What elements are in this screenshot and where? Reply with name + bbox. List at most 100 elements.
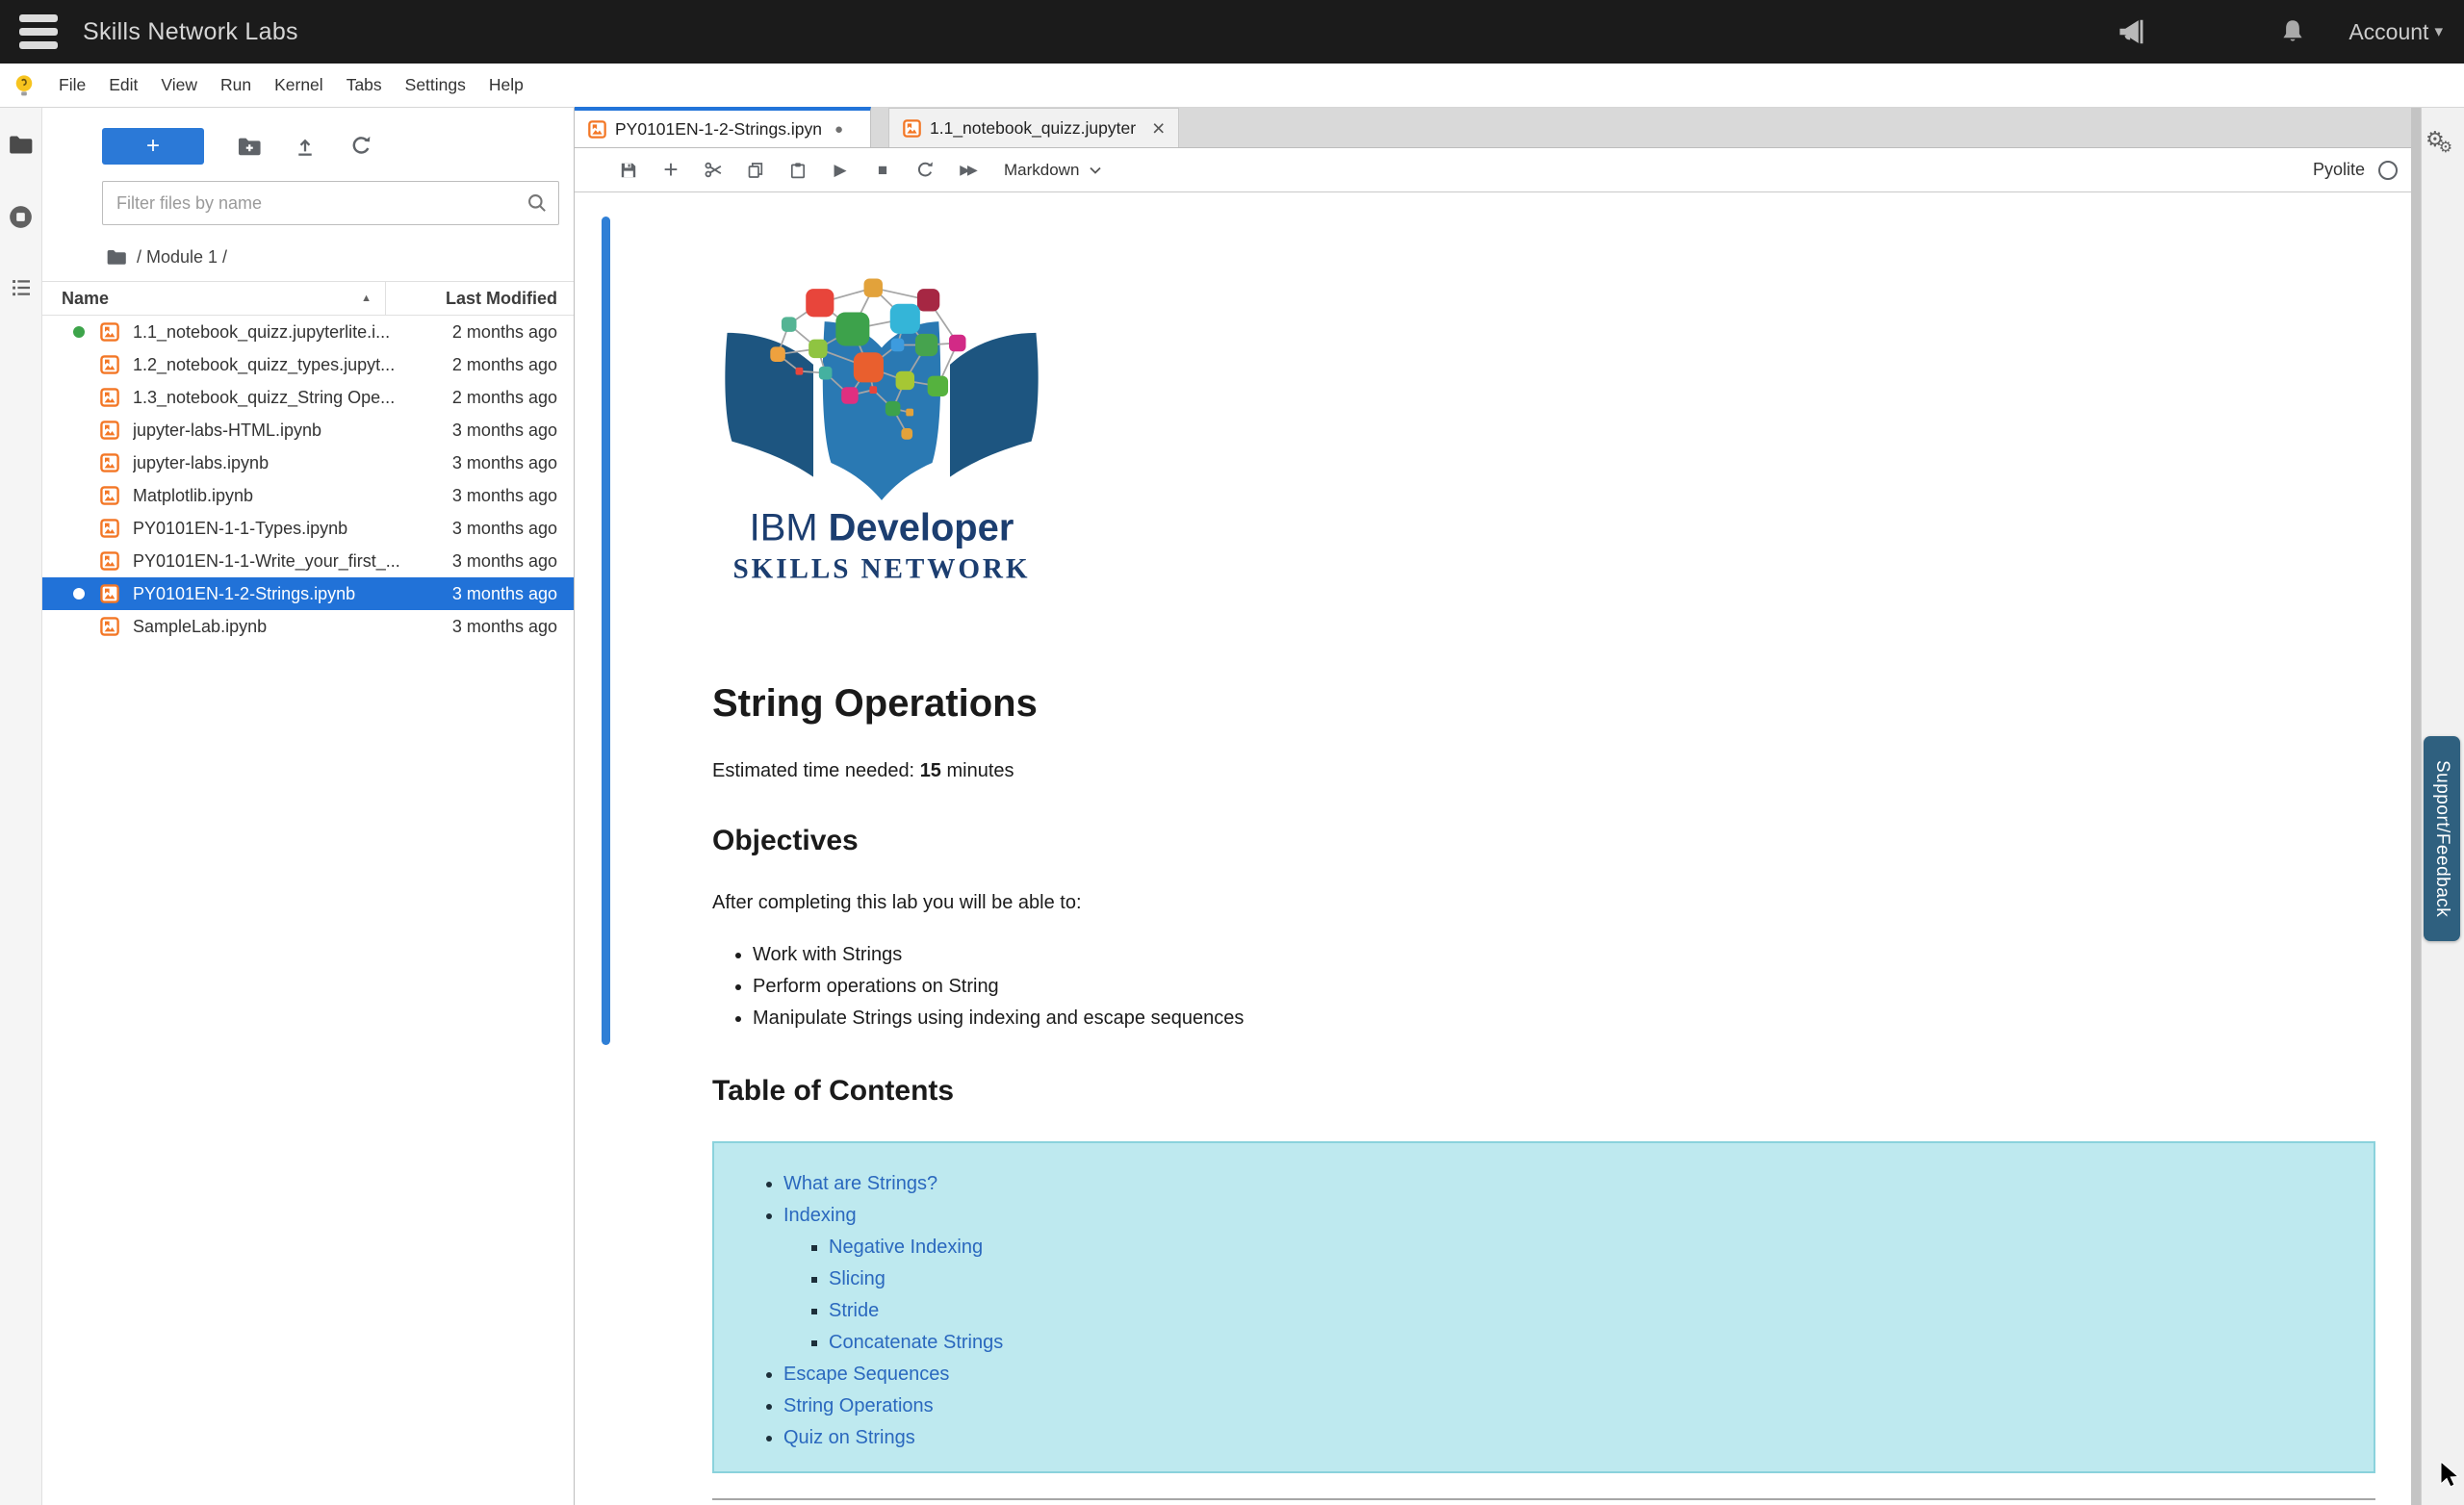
toc-link[interactable]: Indexing xyxy=(783,1205,857,1226)
tab-py0101en-strings[interactable]: PY0101EN-1-2-Strings.ipyn ● xyxy=(575,107,871,147)
toc-link[interactable]: Slicing xyxy=(829,1268,886,1289)
folder-icon xyxy=(107,249,126,265)
property-inspector-gears-icon[interactable]: ⚙⚙ xyxy=(2426,129,2452,156)
toc-link[interactable]: Stride xyxy=(829,1300,879,1321)
file-last-modified: 3 months ago xyxy=(451,420,557,440)
column-header-last-modified[interactable]: Last Modified xyxy=(385,282,574,315)
skills-network-labs-app: Skills Network Labs Account ▾ File Edit Vi… xyxy=(0,0,2464,1505)
notifications-bell-icon[interactable] xyxy=(2273,13,2312,51)
column-header-name[interactable]: Name ▲ xyxy=(42,289,385,309)
copy-cells-icon[interactable] xyxy=(734,151,777,190)
lightbulb-icon[interactable] xyxy=(13,73,36,98)
table-of-contents-tab-icon[interactable] xyxy=(9,276,34,299)
file-name: jupyter-labs.ipynb xyxy=(133,452,270,472)
table-of-contents-box: What are Strings? Indexing Negative Indexi… xyxy=(712,1141,2375,1473)
file-last-modified: 2 months ago xyxy=(451,321,557,342)
markdown-cell[interactable]: IBM Developer SKILLS NETWORK String Oper… xyxy=(712,192,2375,1500)
file-last-modified: 3 months ago xyxy=(451,452,557,472)
dot-spacer xyxy=(73,392,85,403)
file-row[interactable]: PY0101EN-1-1-Types.ipynb 3 months ago xyxy=(42,512,574,545)
menu-help[interactable]: Help xyxy=(477,75,535,95)
menu-kernel[interactable]: Kernel xyxy=(263,75,335,95)
toc-link[interactable]: Escape Sequences xyxy=(783,1364,949,1385)
scrollbar-track[interactable] xyxy=(2411,108,2421,1505)
toc-link[interactable]: Negative Indexing xyxy=(829,1237,983,1258)
close-tab-icon[interactable]: × xyxy=(1152,116,1165,140)
dot-spacer xyxy=(73,555,85,567)
breadcrumb-path: / Module 1 / xyxy=(137,246,228,267)
tab-notebook-quizz[interactable]: 1.1_notebook_quizz.jupyter × xyxy=(888,108,1180,147)
new-launcher-button[interactable]: + xyxy=(102,128,204,165)
estimated-time: Estimated time needed: 15 minutes xyxy=(712,760,1014,781)
notebook-icon xyxy=(100,519,119,538)
kernel-idle-circle-icon xyxy=(2378,160,2398,180)
file-browser-panel: + / Module 1 / xyxy=(42,108,575,1505)
filter-files-input[interactable] xyxy=(102,181,559,225)
refresh-icon[interactable] xyxy=(333,128,389,165)
notebook-icon xyxy=(588,119,606,139)
file-browser-tab-folder-icon[interactable] xyxy=(8,133,34,156)
menu-view[interactable]: View xyxy=(149,75,209,95)
new-folder-icon[interactable] xyxy=(221,128,277,165)
skills-network-logo: IBM Developer SKILLS NETWORK xyxy=(712,192,2375,584)
breadcrumb[interactable]: / Module 1 / xyxy=(42,233,574,281)
paste-cells-icon[interactable] xyxy=(777,151,819,190)
selected-cell-indicator[interactable] xyxy=(602,217,610,1045)
notebook-icon xyxy=(100,355,119,374)
restart-kernel-icon[interactable] xyxy=(904,151,946,190)
file-row[interactable]: SampleLab.ipynb 3 months ago xyxy=(42,610,574,643)
hamburger-menu-icon[interactable] xyxy=(19,14,58,49)
file-row[interactable]: jupyter-labs-HTML.ipynb 3 months ago xyxy=(42,414,574,446)
notebook-icon xyxy=(100,486,119,505)
notebook-toolbar: + ▶ ■ ▶▶ Markdown Pyolite xyxy=(575,148,2411,192)
kernel-indicator[interactable]: Pyolite xyxy=(2313,160,2411,180)
objectives-intro: After completing this lab you will be ab… xyxy=(712,892,1082,913)
run-cell-icon[interactable]: ▶ xyxy=(819,151,861,190)
notebook-icon xyxy=(100,551,119,571)
tab-label: PY0101EN-1-2-Strings.ipyn xyxy=(615,118,822,139)
tab-label: 1.1_notebook_quizz.jupyter xyxy=(930,117,1137,138)
notebook-content: IBM Developer SKILLS NETWORK String Oper… xyxy=(575,192,2411,1505)
menu-edit[interactable]: Edit xyxy=(97,75,149,95)
toc-link[interactable]: Quiz on Strings xyxy=(783,1427,915,1448)
notebook-icon xyxy=(100,584,119,603)
toc-link[interactable]: String Operations xyxy=(783,1395,934,1416)
notebook-icon xyxy=(100,322,119,342)
announcements-megaphone-icon[interactable] xyxy=(2112,13,2150,51)
file-name: 1.1_notebook_quizz.jupyterlite.i... xyxy=(133,321,391,342)
stop-kernel-icon[interactable]: ■ xyxy=(861,151,904,190)
objectives-heading: Objectives xyxy=(712,825,859,856)
toc-link[interactable]: Concatenate Strings xyxy=(829,1332,1003,1353)
menu-settings[interactable]: Settings xyxy=(394,75,477,95)
file-row[interactable]: jupyter-labs.ipynb 3 months ago xyxy=(42,446,574,479)
file-row[interactable]: 1.2_notebook_quizz_types.jupyt... 2 month… xyxy=(42,348,574,381)
app-title: Skills Network Labs xyxy=(83,17,298,45)
filter-files-wrap xyxy=(102,181,559,225)
running-kernels-tab-icon[interactable] xyxy=(8,204,34,230)
account-menu[interactable]: Account ▾ xyxy=(2348,19,2443,45)
upload-icon[interactable] xyxy=(277,128,333,165)
menu-file[interactable]: File xyxy=(47,75,97,95)
menu-run[interactable]: Run xyxy=(209,75,263,95)
file-row[interactable]: PY0101EN-1-2-Strings.ipynb 3 months ago xyxy=(42,577,574,610)
file-row[interactable]: Matplotlib.ipynb 3 months ago xyxy=(42,479,574,512)
file-name: Matplotlib.ipynb xyxy=(133,485,254,505)
file-row[interactable]: 1.3_notebook_quizz_String Ope... 2 months… xyxy=(42,381,574,414)
toc-item: Concatenate Strings xyxy=(829,1327,2335,1359)
objective-item: Perform operations on String xyxy=(753,971,2375,1003)
cell-type-dropdown[interactable]: Markdown xyxy=(1004,161,1102,180)
menu-bar: File Edit View Run Kernel Tabs Settings Help xyxy=(0,64,2464,108)
dot-spacer xyxy=(73,457,85,469)
support-feedback-tab[interactable]: Support/Feedback xyxy=(2424,736,2460,941)
insert-cell-icon[interactable]: + xyxy=(650,151,692,190)
cut-cells-icon[interactable] xyxy=(692,151,734,190)
restart-run-all-icon[interactable]: ▶▶ xyxy=(946,151,988,190)
menu-tabs[interactable]: Tabs xyxy=(335,75,394,95)
chevron-down-icon xyxy=(1090,166,1102,174)
toc-link[interactable]: What are Strings? xyxy=(783,1173,937,1194)
file-row[interactable]: PY0101EN-1-1-Write_your_first_... 3 month… xyxy=(42,545,574,577)
save-icon[interactable] xyxy=(607,151,650,190)
file-list: 1.1_notebook_quizz.jupyterlite.i... 2 mon… xyxy=(42,316,574,643)
file-row[interactable]: 1.1_notebook_quizz.jupyterlite.i... 2 mon… xyxy=(42,316,574,348)
toc-item: What are Strings? xyxy=(783,1168,2335,1200)
